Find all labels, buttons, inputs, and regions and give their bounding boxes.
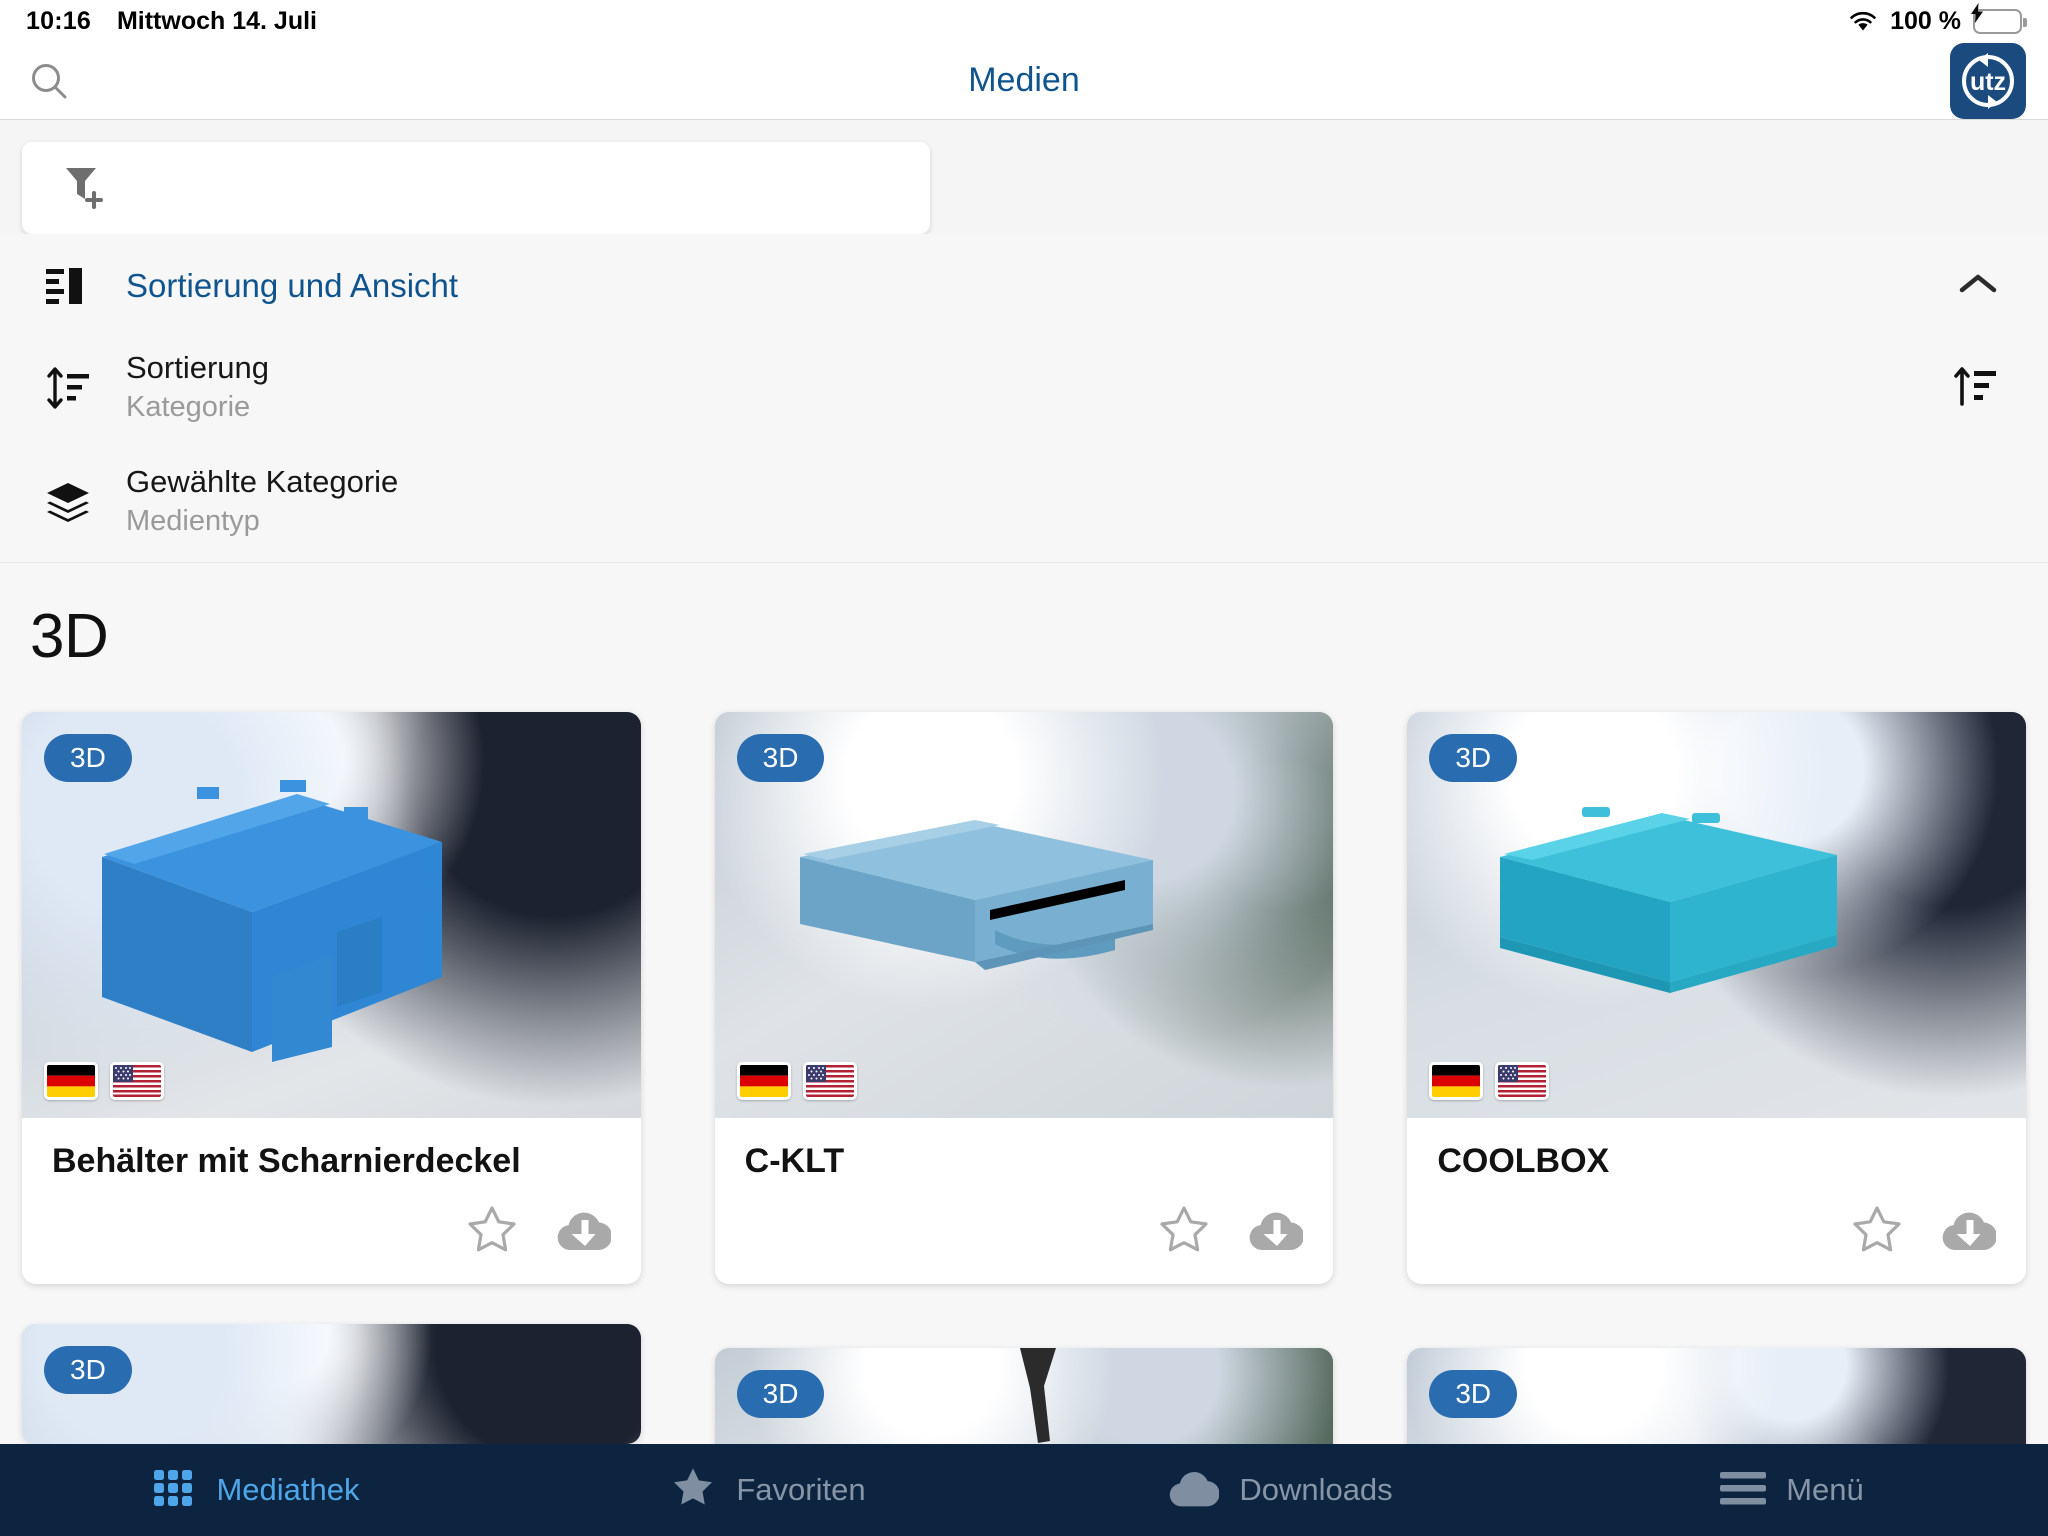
wifi-icon	[1848, 10, 1878, 32]
sort-ascending-icon	[1952, 364, 1998, 413]
status-right-cluster: 100 %	[1848, 2, 2027, 36]
media-grid: 3D Behälter mit Scharnierdeckel 3D C-KLT…	[0, 712, 2048, 1468]
selected-category-title: Gewählte Kategorie	[126, 463, 399, 499]
selected-category-texts: Gewählte Kategorie Medientyp	[126, 463, 398, 541]
flag-de-icon	[44, 1062, 98, 1100]
media-thumbnail[interactable]: 3D	[1407, 712, 2026, 1118]
sort-row-value: Kategorie	[126, 391, 251, 424]
badge-3d: 3D	[736, 734, 825, 782]
battery-percent: 100 %	[1890, 6, 1961, 35]
star-outline-icon[interactable]	[1157, 1203, 1211, 1262]
media-card-title: Behälter mit Scharnierdeckel	[52, 1142, 521, 1180]
flag-de-icon	[736, 1062, 791, 1100]
media-card-actions	[52, 1203, 612, 1262]
star-icon	[670, 1465, 716, 1516]
sort-row-title: Sortierung	[126, 349, 270, 385]
hamburger-icon	[1720, 1470, 1767, 1511]
utz-logo[interactable]: utz	[1950, 42, 2026, 119]
navigation-bar: Medien utz	[0, 42, 2048, 120]
tab-label-menu: Menü	[1786, 1472, 1864, 1507]
media-card[interactable]: 3D	[714, 712, 1334, 1284]
selected-category-value: Medientyp	[126, 505, 260, 538]
tab-menu[interactable]: Menü	[1536, 1444, 2048, 1536]
media-card-body: Behälter mit Scharnierdeckel	[22, 1118, 641, 1284]
product-render-container	[799, 820, 1153, 970]
filter-bar-wrap	[0, 120, 2048, 234]
badge-3d: 3D	[736, 1370, 825, 1418]
status-bar: 10:16 Mittwoch 14. Juli 100 %	[0, 0, 2048, 42]
sort-row[interactable]: Sortierung Kategorie	[0, 334, 2048, 442]
star-outline-icon[interactable]	[1850, 1203, 1904, 1262]
status-date: Mittwoch 14. Juli	[116, 6, 317, 35]
tab-mediathek[interactable]: Mediathek	[0, 1444, 512, 1536]
tab-downloads[interactable]: Downloads	[1024, 1444, 1536, 1536]
media-card[interactable]: 3D	[1407, 712, 2026, 1284]
media-card-body: C-KLT	[715, 1118, 1334, 1284]
section-header: 3D	[0, 562, 2048, 712]
selected-category-row[interactable]: Gewählte Kategorie Medientyp	[0, 442, 2048, 562]
battery-charging-icon	[1971, 2, 2027, 34]
cloud-download-icon[interactable]	[1940, 1206, 1998, 1259]
cloud-download-icon[interactable]	[555, 1206, 612, 1259]
badge-3d: 3D	[1429, 1370, 1518, 1418]
sort-icon	[34, 366, 102, 410]
media-card[interactable]: 3D	[22, 712, 641, 1284]
search-icon[interactable]	[22, 54, 76, 108]
media-thumbnail[interactable]: 3D	[714, 712, 1334, 1118]
media-thumbnail[interactable]: 3D	[22, 712, 641, 1118]
media-card-body: COOLBOX	[1407, 1118, 2026, 1284]
layers-icon	[34, 480, 102, 524]
language-flags	[736, 1062, 857, 1100]
cloud-icon	[1167, 1466, 1220, 1515]
content-scroll-region[interactable]: Sortierung und Ansicht Sortierung Katego…	[0, 120, 2048, 1536]
sort-view-icon	[34, 266, 102, 306]
badge-3d: 3D	[44, 1346, 132, 1394]
filter-input-card[interactable]	[22, 142, 930, 234]
grid-icon	[152, 1466, 196, 1515]
media-card[interactable]: 3D	[22, 1324, 641, 1444]
sort-row-texts: Sortierung Kategorie	[126, 349, 269, 427]
filter-add-icon[interactable]	[58, 159, 112, 218]
flag-de-icon	[1429, 1062, 1484, 1100]
media-card-title: COOLBOX	[1437, 1142, 1610, 1180]
media-card-title: C-KLT	[744, 1142, 845, 1180]
language-flags	[44, 1062, 164, 1100]
section-title: 3D	[30, 602, 109, 671]
cloud-download-icon[interactable]	[1247, 1206, 1305, 1259]
bottom-tab-bar: Mediathek Favoriten Downloads Menü	[0, 1444, 2048, 1536]
badge-3d: 3D	[44, 734, 132, 782]
media-card-actions	[1437, 1203, 1998, 1262]
badge-3d: 3D	[1429, 734, 1518, 782]
star-outline-icon[interactable]	[465, 1203, 519, 1262]
flag-us-icon	[1495, 1062, 1550, 1100]
media-card-actions	[745, 1203, 1305, 1262]
flag-us-icon	[110, 1062, 164, 1100]
sort-direction-button[interactable]	[1952, 364, 2014, 413]
product-render-container	[102, 780, 442, 1062]
chevron-up-icon	[1958, 271, 1998, 302]
product-render-container	[1500, 807, 1838, 993]
collapse-toggle[interactable]	[1958, 271, 2014, 302]
tab-label-favoriten: Favoriten	[736, 1472, 866, 1507]
page-title: Medien	[968, 61, 1080, 99]
flag-us-icon	[802, 1062, 857, 1100]
product-render-container	[1019, 1348, 1056, 1443]
language-flags	[1429, 1062, 1550, 1100]
sort-and-view-panel: Sortierung und Ansicht Sortierung Katego…	[0, 234, 2048, 562]
svg-text:utz: utz	[1970, 68, 2006, 96]
tab-label-mediathek: Mediathek	[216, 1472, 360, 1507]
media-thumbnail[interactable]: 3D	[22, 1324, 641, 1444]
tab-label-downloads: Downloads	[1239, 1472, 1393, 1507]
sort-and-view-label: Sortierung und Ansicht	[126, 267, 459, 304]
sort-and-view-header[interactable]: Sortierung und Ansicht	[0, 238, 2048, 334]
tab-favoriten[interactable]: Favoriten	[512, 1444, 1024, 1536]
status-time: 10:16	[26, 6, 91, 35]
